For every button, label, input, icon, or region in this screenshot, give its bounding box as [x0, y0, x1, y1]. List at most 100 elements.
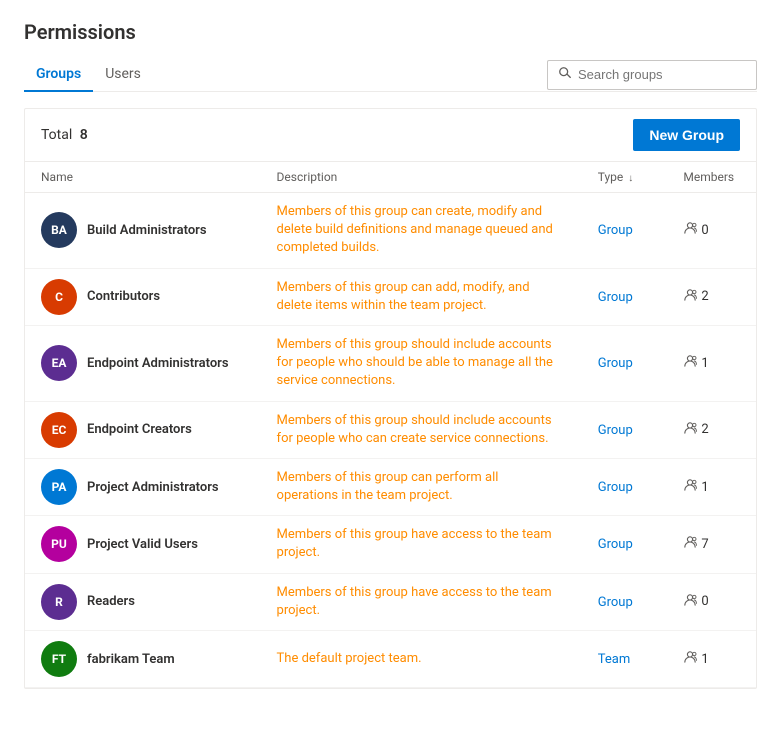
avatar: PU [41, 526, 77, 562]
tab-groups[interactable]: Groups [24, 58, 93, 92]
description-cell: The default project team. [261, 631, 582, 688]
group-description: Members of this group can add, modify, a… [277, 279, 557, 315]
group-type: Group [598, 595, 633, 610]
group-description: Members of this group have access to the… [277, 584, 557, 620]
members-count: 0 [701, 223, 708, 238]
name-cell: EA Endpoint Administrators [25, 325, 261, 401]
group-name: Endpoint Administrators [87, 356, 229, 371]
members-count: 0 [701, 594, 708, 609]
col-header-name: Name [25, 162, 261, 193]
members-cell: 7 [667, 516, 756, 573]
members-cell: 2 [667, 268, 756, 325]
group-type: Team [598, 652, 631, 667]
members-icon [683, 651, 697, 667]
group-name: Readers [87, 594, 135, 609]
group-description: Members of this group have access to the… [277, 526, 557, 562]
members-count: 2 [701, 422, 708, 437]
type-cell: Group [582, 458, 668, 515]
members-icon [683, 222, 697, 238]
table-row[interactable]: EA Endpoint Administrators Members of th… [25, 325, 756, 401]
members-cell: 2 [667, 401, 756, 458]
members-icon [683, 536, 697, 552]
total-number: 8 [80, 127, 88, 143]
avatar: FT [41, 641, 77, 677]
group-description: Members of this group should include acc… [277, 412, 557, 448]
name-cell: C Contributors [25, 268, 261, 325]
group-name: Project Administrators [87, 480, 219, 495]
type-cell: Group [582, 325, 668, 401]
type-cell: Group [582, 573, 668, 630]
members-count: 2 [701, 289, 708, 304]
search-input[interactable] [578, 67, 746, 82]
group-name: Contributors [87, 289, 160, 304]
table-row[interactable]: BA Build Administrators Members of this … [25, 193, 756, 269]
new-group-button[interactable]: New Group [633, 119, 740, 151]
type-cell: Group [582, 516, 668, 573]
avatar: EA [41, 345, 77, 381]
group-type: Group [598, 423, 633, 438]
members-cell: 1 [667, 325, 756, 401]
group-description: Members of this group can perform all op… [277, 469, 557, 505]
group-name: fabrikam Team [87, 652, 175, 667]
group-description: Members of this group should include acc… [277, 336, 557, 391]
page-container: Permissions Groups Users Total 8 New Gro… [0, 0, 781, 746]
table-row[interactable]: R Readers Members of this group have acc… [25, 573, 756, 630]
type-cell: Group [582, 401, 668, 458]
total-count-label: Total 8 [41, 127, 88, 143]
name-cell: BA Build Administrators [25, 193, 261, 269]
group-type: Group [598, 223, 633, 238]
description-cell: Members of this group can create, modify… [261, 193, 582, 269]
description-cell: Members of this group can perform all op… [261, 458, 582, 515]
type-cell: Team [582, 631, 668, 688]
header-row: Groups Users [24, 58, 757, 92]
members-cell: 1 [667, 631, 756, 688]
group-type: Group [598, 480, 633, 495]
members-count: 1 [701, 652, 708, 667]
group-name: Build Administrators [87, 223, 207, 238]
avatar: C [41, 279, 77, 315]
page-title: Permissions [24, 20, 757, 44]
type-cell: Group [582, 193, 668, 269]
group-name: Endpoint Creators [87, 422, 192, 437]
avatar: BA [41, 212, 77, 248]
group-description: The default project team. [277, 650, 557, 668]
members-cell: 0 [667, 573, 756, 630]
group-type: Group [598, 290, 633, 305]
name-cell: FT fabrikam Team [25, 631, 261, 688]
members-icon [683, 594, 697, 610]
search-box [547, 60, 757, 90]
description-cell: Members of this group should include acc… [261, 401, 582, 458]
group-name: Project Valid Users [87, 537, 198, 552]
description-cell: Members of this group can add, modify, a… [261, 268, 582, 325]
tab-users[interactable]: Users [93, 58, 153, 92]
table-row[interactable]: EC Endpoint Creators Members of this gro… [25, 401, 756, 458]
members-icon [683, 479, 697, 495]
content-area: Total 8 New Group Name Description Type … [24, 108, 757, 689]
groups-table: Name Description Type ↓ Members BA Build… [25, 162, 756, 688]
name-cell: R Readers [25, 573, 261, 630]
members-count: 1 [701, 356, 708, 371]
col-header-members: Members [667, 162, 756, 193]
members-icon [683, 289, 697, 305]
table-row[interactable]: PU Project Valid Users Members of this g… [25, 516, 756, 573]
members-cell: 0 [667, 193, 756, 269]
members-cell: 1 [667, 458, 756, 515]
tabs: Groups Users [24, 58, 153, 91]
group-type: Group [598, 356, 633, 371]
type-cell: Group [582, 268, 668, 325]
table-header: Name Description Type ↓ Members [25, 162, 756, 193]
avatar: R [41, 584, 77, 620]
table-row[interactable]: PA Project Administrators Members of thi… [25, 458, 756, 515]
col-header-type[interactable]: Type ↓ [582, 162, 668, 193]
group-type: Group [598, 537, 633, 552]
total-text: Total [41, 127, 72, 143]
table-row[interactable]: FT fabrikam Team The default project tea… [25, 631, 756, 688]
description-cell: Members of this group have access to the… [261, 573, 582, 630]
members-icon [683, 355, 697, 371]
table-row[interactable]: C Contributors Members of this group can… [25, 268, 756, 325]
name-cell: PU Project Valid Users [25, 516, 261, 573]
col-header-description: Description [261, 162, 582, 193]
avatar: EC [41, 412, 77, 448]
name-cell: PA Project Administrators [25, 458, 261, 515]
members-icon [683, 422, 697, 438]
